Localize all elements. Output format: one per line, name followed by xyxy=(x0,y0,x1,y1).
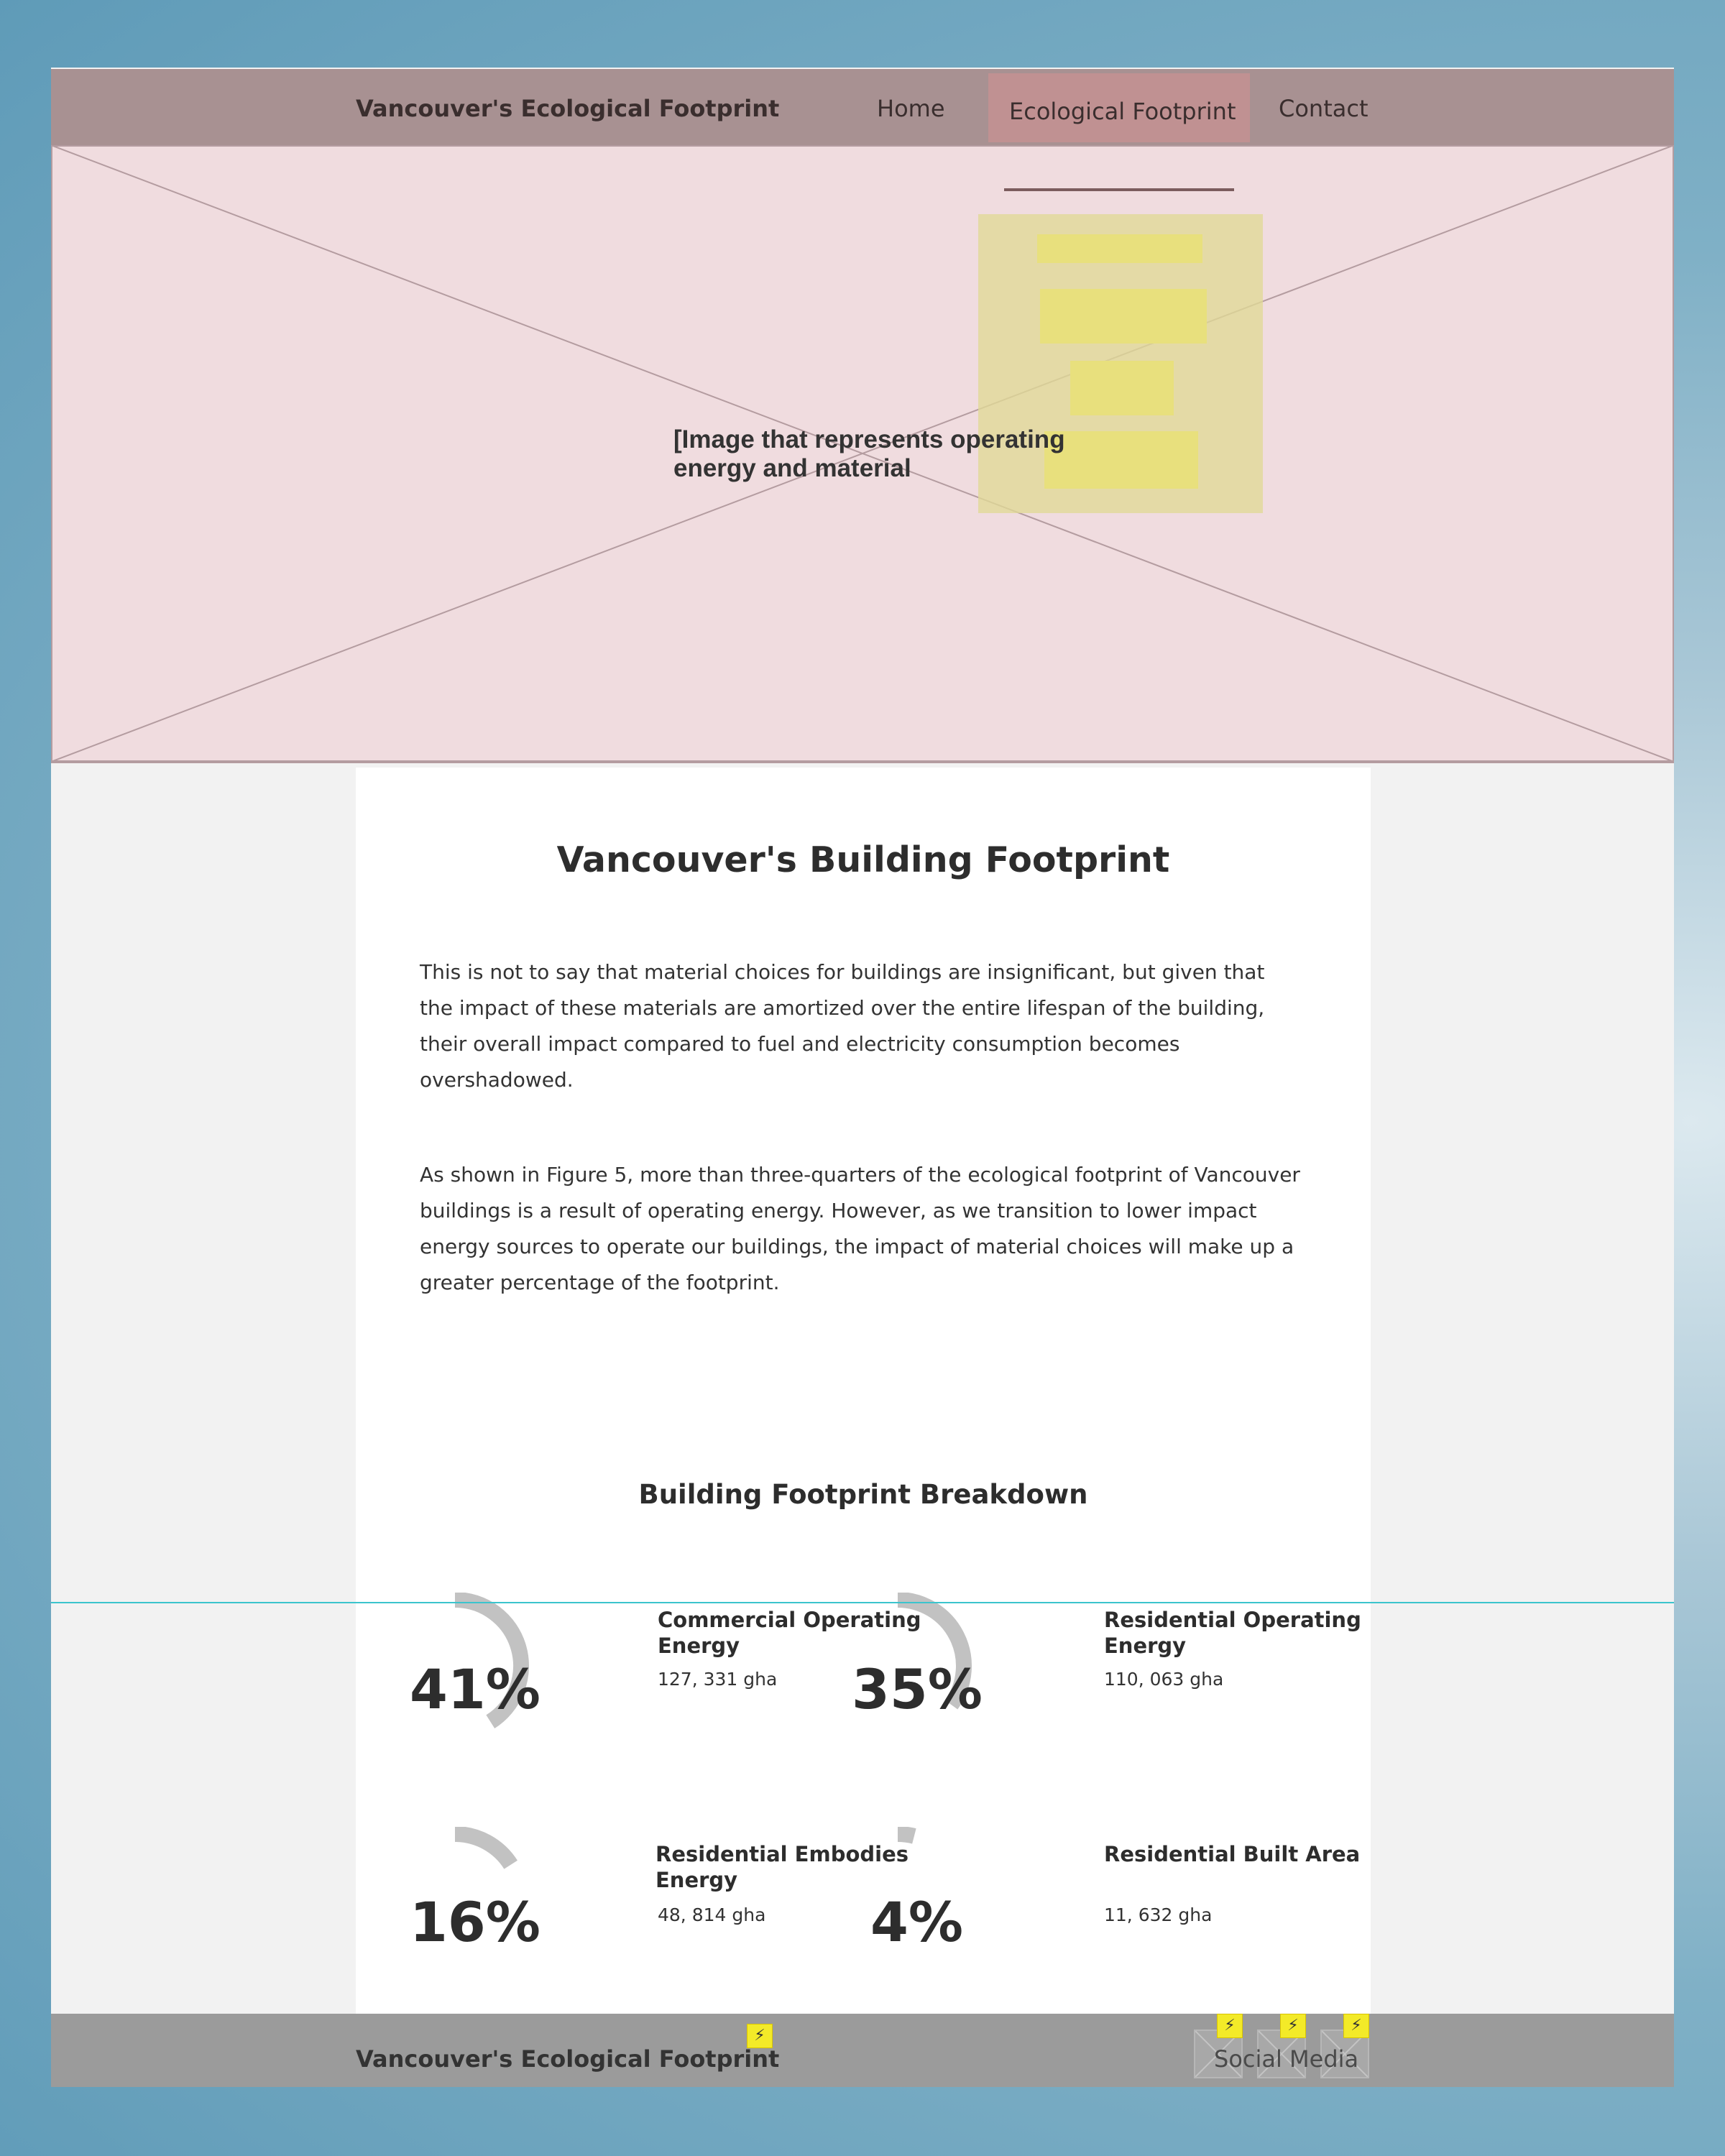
stat-title-residential-built-area: Residential Built Area xyxy=(1104,1842,1361,1866)
main-content: Vancouver's Building Footprint This is n… xyxy=(356,768,1371,2015)
lightning-bolt-icon: ⚡ xyxy=(1217,2014,1243,2038)
nav-contact-link[interactable]: Contact xyxy=(1279,95,1368,122)
stat-percent-commercial-operating: 41% xyxy=(410,1657,540,1721)
nav-active-underline xyxy=(1004,188,1234,191)
page-canvas: Vancouver's Ecological Footprint Home Ec… xyxy=(51,68,1674,2087)
layout-guide-line xyxy=(51,1602,1674,1603)
lightning-bolt-icon: ⚡ xyxy=(1280,2014,1306,2038)
figure-paragraph: As shown in Figure 5, more than three-qu… xyxy=(420,1163,1300,1294)
stat-value-residential-built-area: 11, 632 gha xyxy=(1104,1904,1213,1925)
stat-value-residential-operating: 110, 063 gha xyxy=(1104,1669,1224,1690)
stat-percent-residential-embodied: 16% xyxy=(410,1890,540,1954)
dropdown-item-3[interactable] xyxy=(1070,361,1174,415)
hero-image-placeholder: [Image that represents operating energy … xyxy=(51,145,1674,763)
dropdown-item-1[interactable] xyxy=(1037,234,1202,263)
page-title: Vancouver's Building Footprint xyxy=(556,839,1170,880)
top-navigation-bar: Vancouver's Ecological Footprint Home Ec… xyxy=(51,69,1674,145)
breakdown-heading: Building Footprint Breakdown xyxy=(638,1479,1088,1510)
stat-value-commercial-operating: 127, 331 gha xyxy=(658,1669,778,1690)
lightning-bolt-icon: ⚡ xyxy=(1343,2014,1369,2038)
footer-brand[interactable]: Vancouver's Ecological Footprint xyxy=(356,2045,779,2073)
site-footer: Vancouver's Ecological Footprint ⚡ Socia… xyxy=(51,2014,1674,2087)
hero-caption: [Image that represents operating energy … xyxy=(673,425,1065,482)
stat-title-residential-operating: Residential Operating Energy xyxy=(1104,1608,1361,1658)
nav-home-link[interactable]: Home xyxy=(877,95,945,122)
stat-percent-residential-built-area: 4% xyxy=(870,1890,964,1954)
social-media-label: Social Media xyxy=(1214,2045,1359,2073)
site-brand[interactable]: Vancouver's Ecological Footprint xyxy=(356,95,779,122)
stat-value-residential-embodied: 48, 814 gha xyxy=(658,1904,766,1925)
intro-paragraph: This is not to say that material choices… xyxy=(420,960,1265,1092)
dropdown-item-2[interactable] xyxy=(1040,289,1207,344)
stat-percent-residential-operating: 35% xyxy=(852,1657,983,1721)
lightning-bolt-icon: ⚡ xyxy=(747,2024,773,2048)
nav-ecological-footprint-link[interactable]: Ecological Footprint xyxy=(1009,98,1236,125)
